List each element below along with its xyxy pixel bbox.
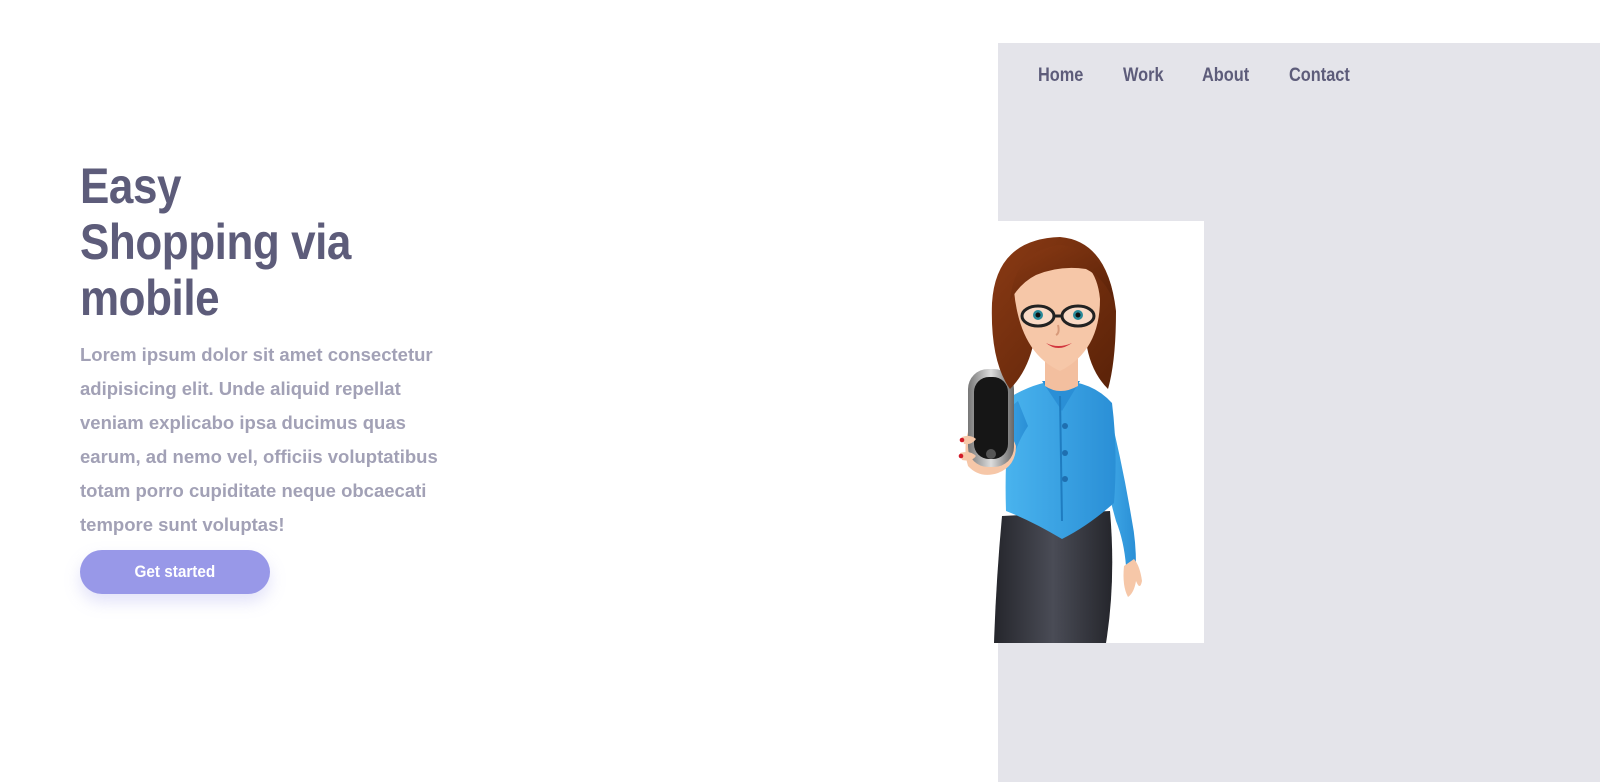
nav-work-link[interactable]: Work: [1123, 65, 1164, 87]
nav-home-link[interactable]: Home: [1038, 65, 1083, 87]
hero-title: Easy Shopping via mobile: [80, 158, 480, 326]
woman-holding-phone-icon: [958, 237, 1142, 643]
hero-title-line-1: Easy: [80, 158, 182, 214]
hero-description: Lorem ipsum dolor sit amet consectetur a…: [80, 344, 438, 535]
main-nav: Home Work About Contact: [1038, 60, 1360, 92]
hero-section: Easy Shopping via mobile Lorem ipsum dol…: [80, 158, 480, 594]
hero-title-line-2: Shopping via: [80, 214, 351, 270]
nav-about-link[interactable]: About: [1202, 65, 1249, 87]
get-started-label: Get started: [134, 562, 216, 581]
hero-title-line-3: mobile: [80, 270, 220, 326]
nav-contact-link[interactable]: Contact: [1289, 65, 1350, 87]
get-started-button[interactable]: Get started: [80, 550, 270, 594]
woman-holding-phone-illustration: [910, 221, 1204, 643]
